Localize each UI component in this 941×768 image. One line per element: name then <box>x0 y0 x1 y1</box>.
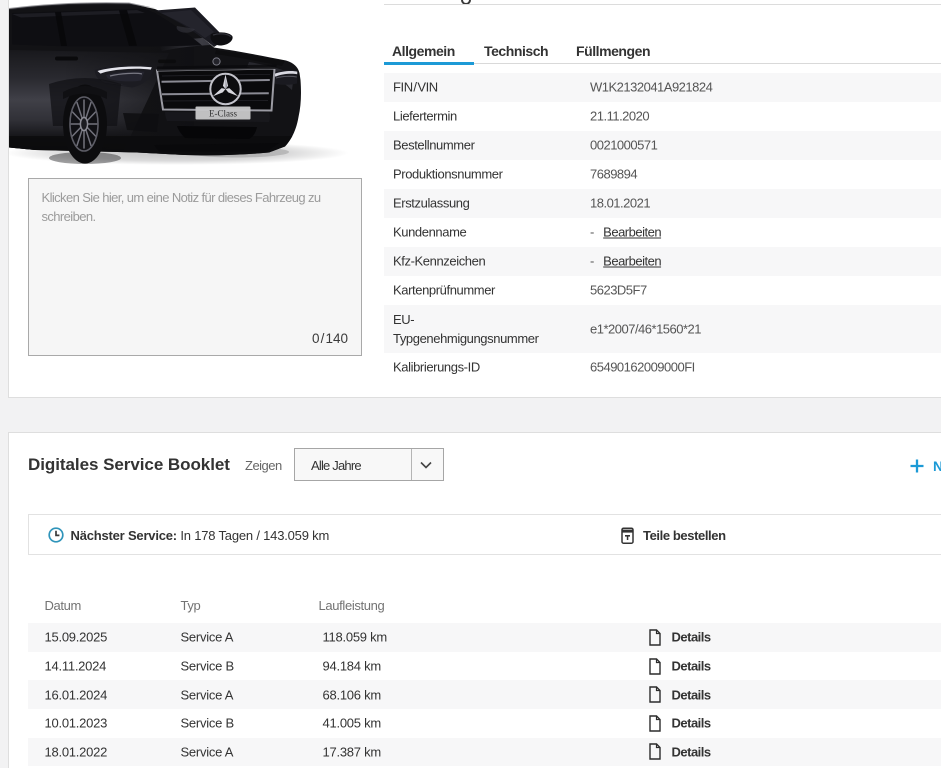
svg-text:E-Class: E-Class <box>209 108 237 118</box>
